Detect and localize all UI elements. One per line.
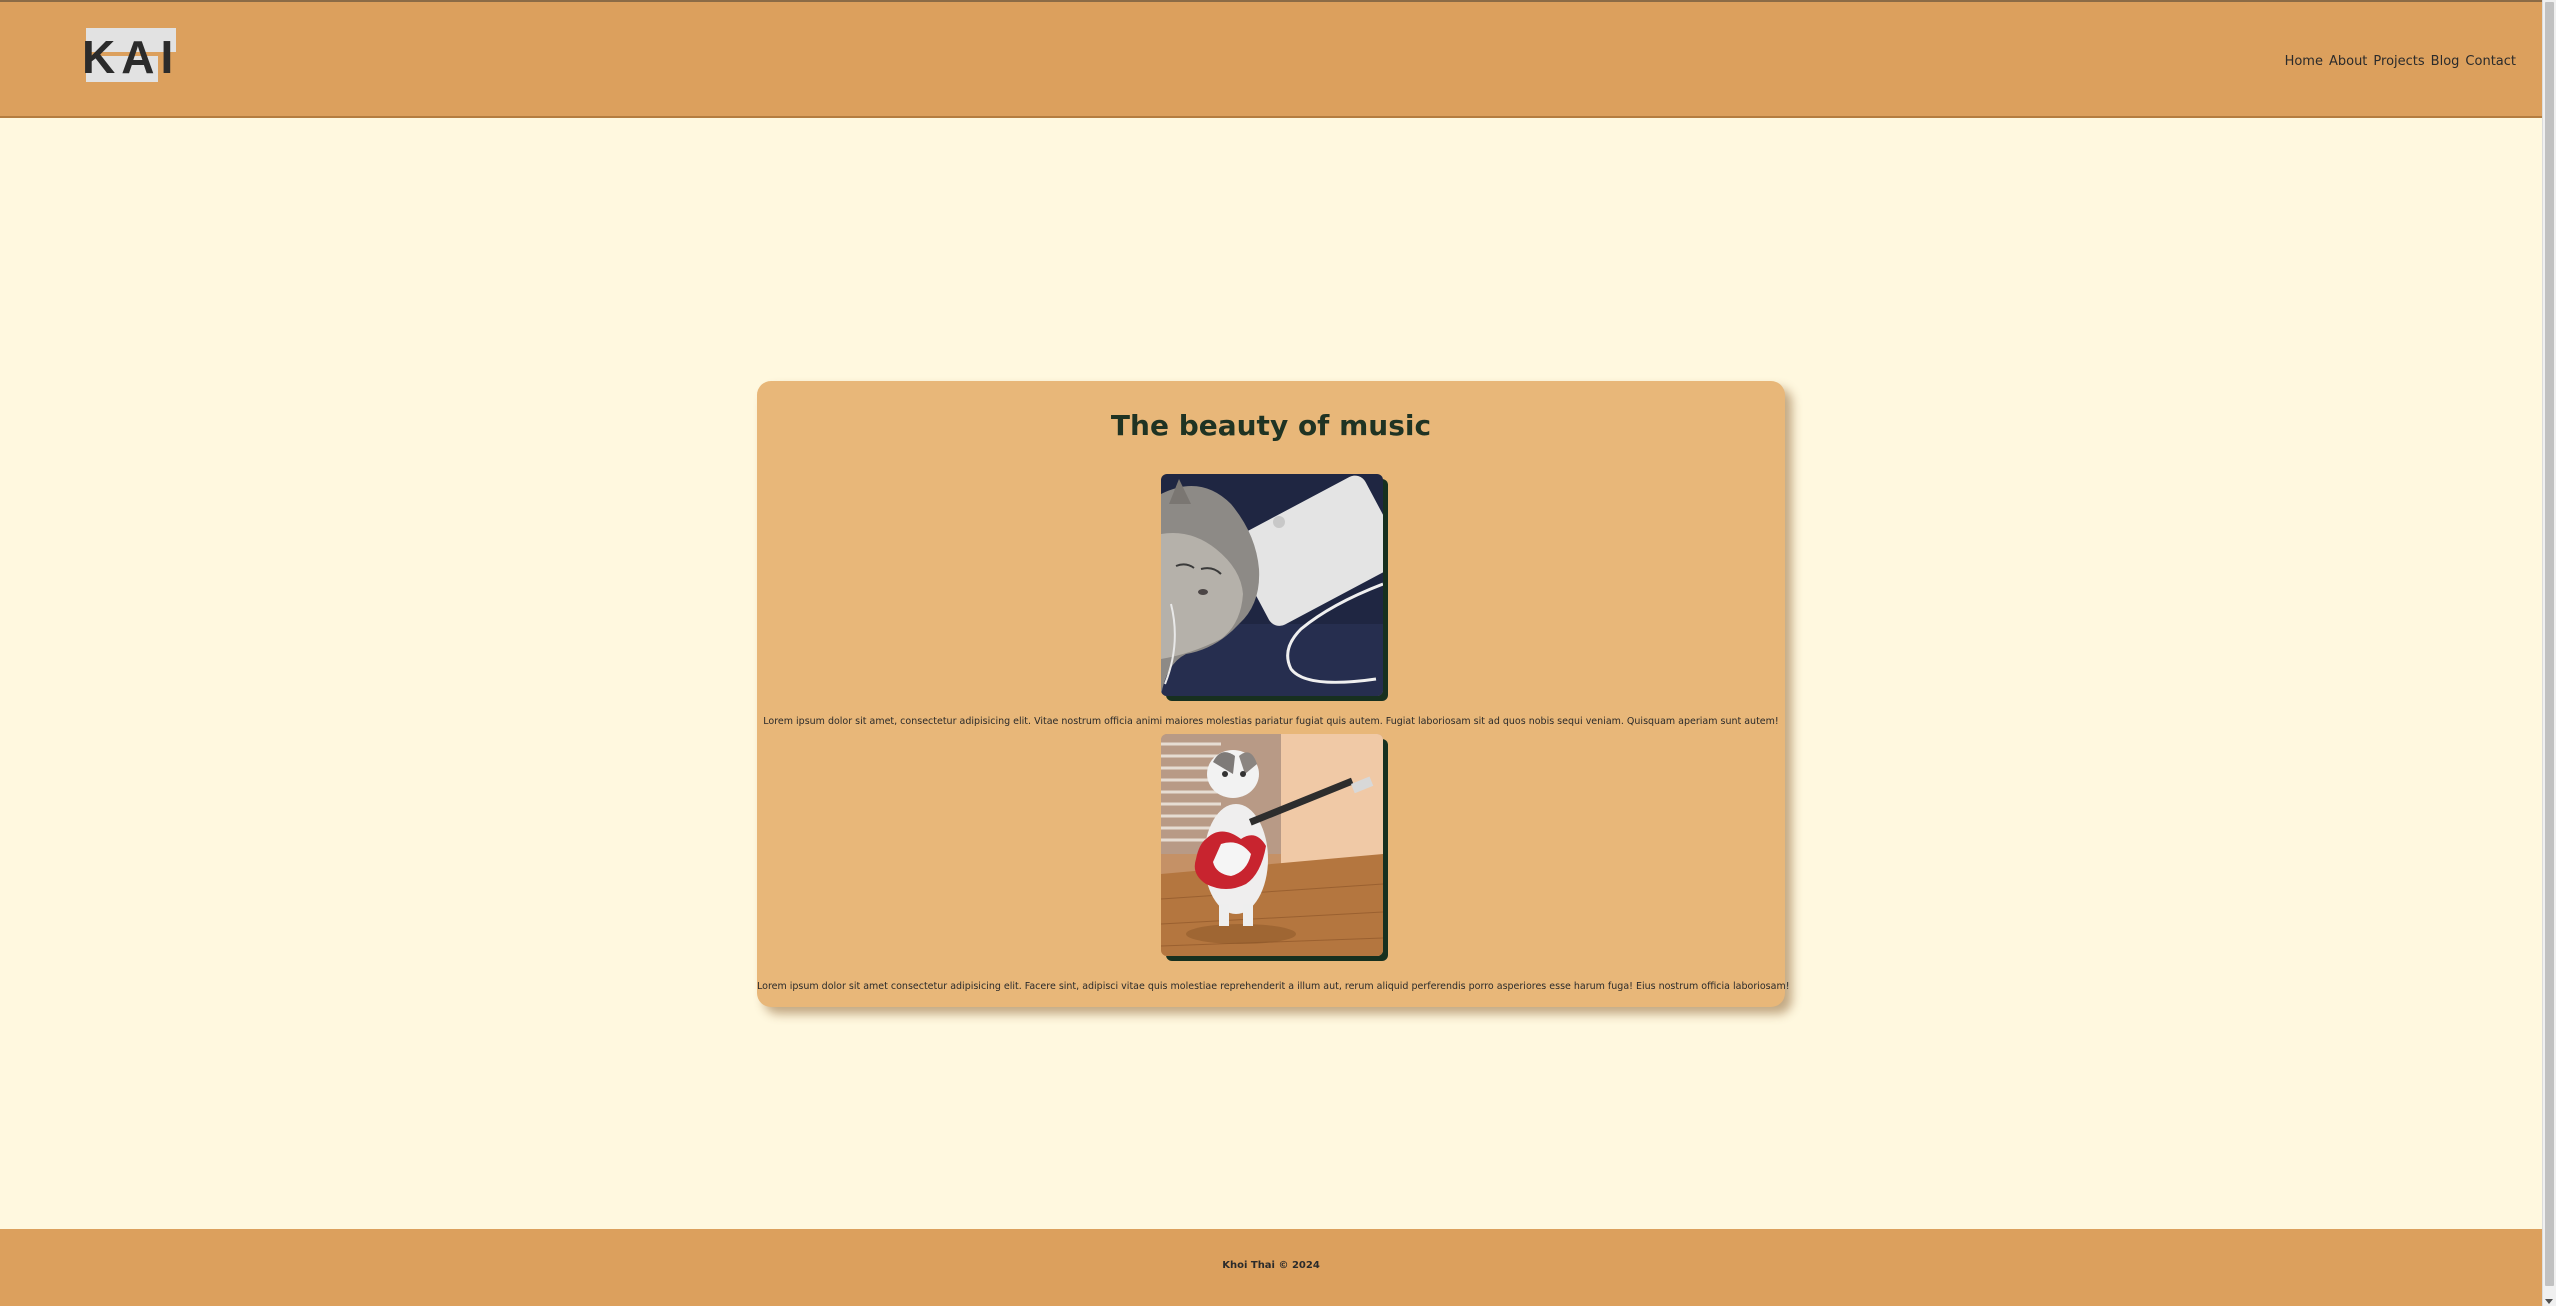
vertical-scrollbar[interactable] <box>2542 0 2556 1306</box>
nav-projects[interactable]: Projects <box>2373 54 2424 69</box>
site-footer: Khoi Thai © 2024 <box>0 1229 2542 1306</box>
nav-about[interactable]: About <box>2329 54 2367 69</box>
scrollbar-thumb[interactable] <box>2545 2 2554 1286</box>
nav-contact[interactable]: Contact <box>2465 54 2516 69</box>
nav-home[interactable]: Home <box>2285 54 2323 69</box>
caption-1: Lorem ipsum dolor sit amet, consectetur … <box>763 715 1779 727</box>
scroll-down-icon[interactable] <box>2545 1299 2553 1304</box>
main-nav: Home About Projects Blog Contact <box>2285 54 2516 69</box>
card-title: The beauty of music <box>1110 409 1432 442</box>
caption-2: Lorem ipsum dolor sit amet consectetur a… <box>757 980 1790 992</box>
site-logo[interactable]: KAI <box>82 28 178 84</box>
page: KAI Home About Projects Blog Contact The… <box>0 0 2542 1306</box>
nav-blog[interactable]: Blog <box>2431 54 2460 69</box>
site-header: KAI Home About Projects Blog Contact <box>0 0 2542 118</box>
cat-with-guitar-photo <box>1161 734 1383 956</box>
content-card: The beauty of music Lorem ipsum dolor si… <box>757 381 1790 1007</box>
logo-text: KAI <box>82 31 180 83</box>
footer-copyright: Khoi Thai © 2024 <box>1222 1260 1320 1271</box>
cat-with-earphones-photo <box>1161 474 1383 696</box>
